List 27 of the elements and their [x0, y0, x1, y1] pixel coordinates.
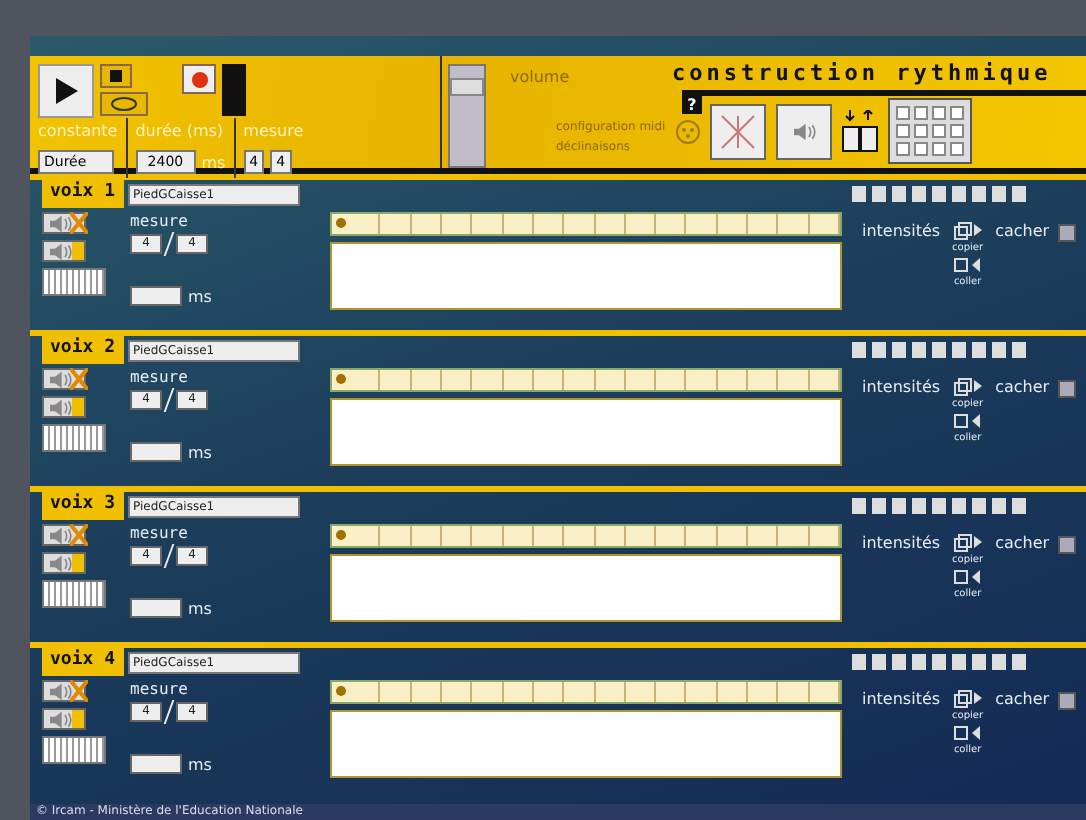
mesure-label: mesure	[130, 680, 190, 698]
field-label: mesure	[243, 122, 304, 140]
hide-label: cacher	[995, 534, 1050, 556]
app-title: construction rythmique	[672, 62, 1054, 86]
intensities-label: intensités	[862, 222, 941, 244]
help-button[interactable]: ?	[682, 96, 702, 114]
voice-title: voix 3	[42, 492, 124, 520]
field-label: constante	[38, 122, 118, 140]
hide-label: cacher	[995, 222, 1050, 244]
hide-label: cacher	[995, 378, 1050, 400]
mesure-label: mesure	[130, 524, 190, 542]
voice-title: voix 2	[42, 336, 124, 364]
mesure-label: mesure	[130, 368, 190, 386]
intensities-label: intensités	[862, 534, 941, 556]
mesure-label: mesure	[130, 212, 190, 230]
unit-label: ms	[188, 755, 212, 773]
volume-label: volume	[510, 68, 570, 86]
unit-label: ms	[188, 443, 212, 461]
voice-title: voix 1	[42, 180, 124, 208]
unit-label: ms	[201, 153, 226, 171]
intensities-label: intensités	[862, 378, 941, 400]
field-label: durée (ms)	[135, 122, 226, 140]
intensities-label: intensités	[862, 690, 941, 712]
unit-label: ms	[188, 599, 212, 617]
unit-label: ms	[188, 287, 212, 305]
hide-label: cacher	[995, 690, 1050, 712]
voice-title: voix 4	[42, 648, 124, 676]
